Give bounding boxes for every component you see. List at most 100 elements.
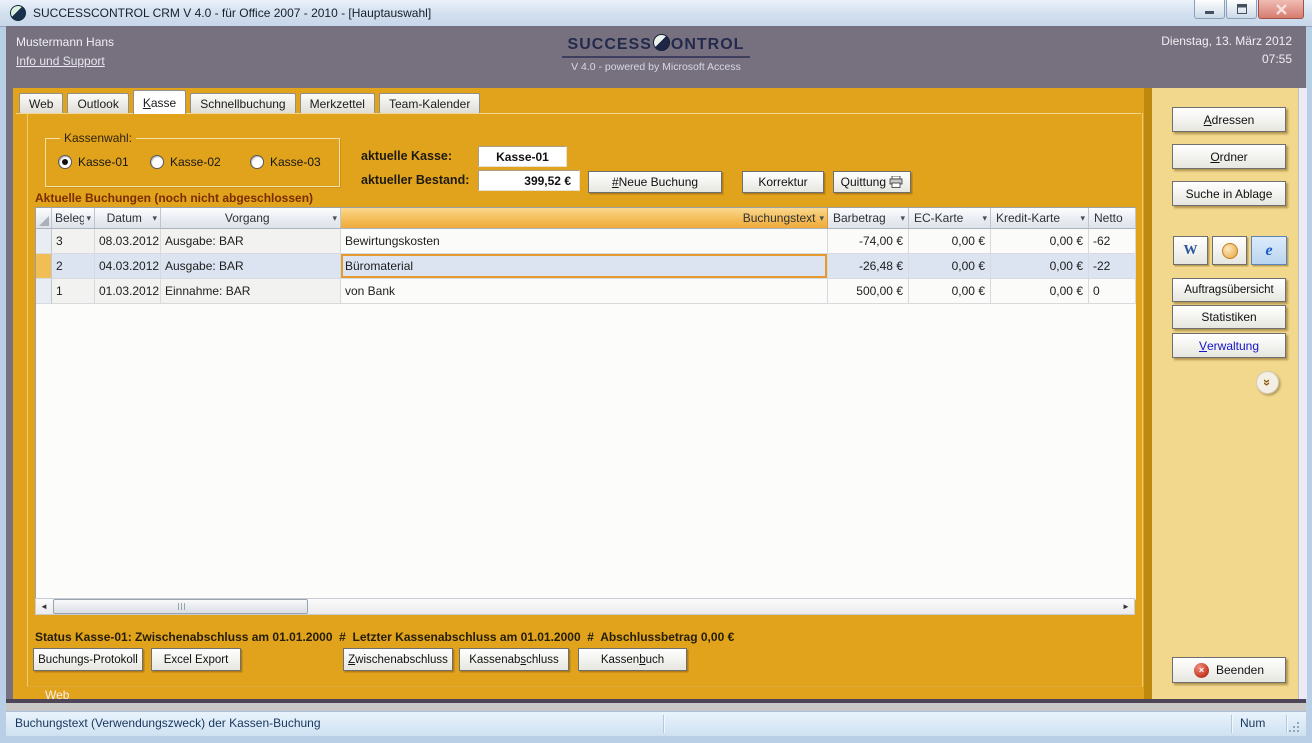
current-kasse-label: aktuelle Kasse: [361, 149, 452, 163]
cell-ec-karte[interactable]: 0,00 € [909, 229, 991, 254]
filter-arrow-icon[interactable]: ▾ [900, 213, 905, 224]
cell-barbetrag[interactable]: -26,48 € [828, 254, 909, 279]
adressen-button[interactable]: Adressen [1172, 107, 1286, 132]
filter-arrow-icon[interactable]: ▾ [1080, 213, 1085, 224]
tab-kasse[interactable]: Kasse [133, 90, 186, 114]
column-header-buchungstext[interactable]: Buchungstext▾ [341, 208, 828, 229]
cell-beleg[interactable]: 2 [52, 254, 95, 279]
cell-netto[interactable]: -62 [1089, 229, 1136, 254]
radio-icon[interactable] [58, 155, 72, 169]
tab-outlook[interactable]: Outlook [67, 93, 128, 114]
kasse-radio-2[interactable]: Kasse-03 [250, 155, 321, 169]
verwaltung-button[interactable]: Verwaltung [1172, 333, 1286, 358]
radio-icon[interactable] [250, 155, 264, 169]
quittung-button[interactable]: Quittung [833, 171, 911, 193]
cell-vorgang[interactable]: Ausgabe: BAR [161, 254, 341, 279]
scrollbar-thumb[interactable] [53, 599, 308, 614]
table-row[interactable]: 2 04.03.2012 Ausgabe: BAR Büromaterial -… [36, 254, 1136, 279]
cell-datum[interactable]: 04.03.2012 [95, 254, 161, 279]
cell-buchungstext[interactable]: Büromaterial [341, 254, 828, 279]
kassenabschluss-button[interactable]: Kassenabschluss [459, 648, 569, 671]
cell-barbetrag[interactable]: -74,00 € [828, 229, 909, 254]
filter-arrow-icon[interactable]: ▾ [982, 213, 987, 224]
suche-in-ablage-button[interactable]: Suche in Ablage [1172, 181, 1286, 206]
close-button[interactable] [1258, 0, 1304, 19]
filter-arrow-icon[interactable]: ▾ [332, 213, 337, 224]
cell-kredit-karte[interactable]: 0,00 € [991, 229, 1089, 254]
bestand-field[interactable]: 399,52 € [478, 170, 580, 191]
row-selector[interactable] [36, 279, 52, 304]
column-header-kredit-karte[interactable]: Kredit-Karte▾ [991, 208, 1089, 229]
cell-datum[interactable]: 08.03.2012 [95, 229, 161, 254]
scroll-right-button[interactable]: ► [1118, 599, 1134, 614]
filter-arrow-icon[interactable]: ▾ [152, 213, 157, 224]
table-row[interactable]: 3 08.03.2012 Ausgabe: BAR Bewirtungskost… [36, 229, 1136, 254]
minimize-button[interactable] [1194, 0, 1225, 19]
kasse-radio-1[interactable]: Kasse-02 [150, 155, 250, 169]
filter-arrow-icon[interactable]: ▾ [819, 213, 824, 224]
outlook-button[interactable] [1212, 236, 1247, 265]
statistiken-button[interactable]: Statistiken [1172, 305, 1286, 329]
scroll-left-button[interactable]: ◄ [36, 599, 52, 614]
cell-buchungstext[interactable]: von Bank [341, 279, 828, 304]
table-row[interactable]: 1 01.03.2012 Einnahme: BAR von Bank 500,… [36, 279, 1136, 304]
printer-icon [889, 176, 903, 188]
kassenbuch-button[interactable]: Kassenbuch [578, 648, 687, 671]
cell-ec-karte[interactable]: 0,00 € [909, 254, 991, 279]
horizontal-scrollbar[interactable]: ◄ ► [35, 598, 1135, 615]
column-header-datum[interactable]: Datum▾ [95, 208, 161, 229]
clipped-web-tab-fragment: Web [45, 688, 69, 699]
cell-vorgang[interactable]: Ausgabe: BAR [161, 229, 341, 254]
row-selector[interactable] [36, 229, 52, 254]
auftragsuebersicht-button[interactable]: Auftragsübersicht [1172, 278, 1286, 302]
word-button[interactable]: W [1173, 236, 1208, 265]
status-bar-divider [1231, 715, 1232, 733]
current-kasse-field[interactable]: Kasse-01 [478, 146, 567, 167]
close-icon [1276, 4, 1287, 15]
radio-icon[interactable] [150, 155, 164, 169]
tab-bar: Web Outlook Kasse Schnellbuchung Merkzet… [19, 92, 480, 114]
neue-buchung-button[interactable]: # Neue Buchung [588, 171, 722, 193]
bookings-table: Beleg▾ Datum▾ Vorgang▾ Buchungstext▾ Bar… [35, 207, 1136, 600]
ordner-button[interactable]: Ordner [1172, 144, 1286, 169]
excel-export-button[interactable]: Excel Export [151, 648, 241, 671]
window-title: SUCCESSCONTROL CRM V 4.0 - für Office 20… [33, 6, 431, 20]
beenden-button[interactable]: × Beenden [1172, 657, 1286, 683]
row-selector[interactable] [36, 254, 52, 279]
cell-kredit-karte[interactable]: 0,00 € [991, 279, 1089, 304]
maximize-button[interactable] [1226, 0, 1257, 19]
filter-arrow-icon[interactable]: ▾ [86, 213, 91, 224]
korrektur-button[interactable]: Korrektur [742, 171, 824, 193]
select-all-cell[interactable] [36, 208, 52, 229]
cell-ec-karte[interactable]: 0,00 € [909, 279, 991, 304]
column-header-ec-karte[interactable]: EC-Karte▾ [909, 208, 991, 229]
zwischenabschluss-button[interactable]: Zwischenabschluss [343, 648, 453, 671]
left-frame-strip [6, 88, 13, 699]
cell-netto[interactable]: -22 [1089, 254, 1136, 279]
cell-barbetrag[interactable]: 500,00 € [828, 279, 909, 304]
title-bar[interactable]: SUCCESSCONTROL CRM V 4.0 - für Office 20… [0, 0, 1312, 27]
cell-vorgang[interactable]: Einnahme: BAR [161, 279, 341, 304]
table-empty-area [36, 304, 1136, 600]
tab-web[interactable]: Web [19, 93, 63, 114]
tab-team-kalender[interactable]: Team-Kalender [379, 93, 480, 114]
logo-text-right: ONTROL [671, 36, 745, 53]
cell-datum[interactable]: 01.03.2012 [95, 279, 161, 304]
column-header-vorgang[interactable]: Vorgang▾ [161, 208, 341, 229]
buchungs-protokoll-button[interactable]: Buchungs-Protokoll [33, 648, 143, 671]
cell-beleg[interactable]: 3 [52, 229, 95, 254]
expand-more-button[interactable]: » [1256, 371, 1279, 394]
kasse-radio-0[interactable]: Kasse-01 [58, 155, 150, 169]
tab-schnellbuchung[interactable]: Schnellbuchung [190, 93, 295, 114]
cell-beleg[interactable]: 1 [52, 279, 95, 304]
column-header-netto[interactable]: Netto [1089, 208, 1136, 229]
tab-merkzettel[interactable]: Merkzettel [300, 93, 375, 114]
internet-explorer-button[interactable]: e [1251, 236, 1287, 265]
column-header-barbetrag[interactable]: Barbetrag▾ [828, 208, 909, 229]
internet-explorer-icon: e [1265, 242, 1272, 260]
cell-kredit-karte[interactable]: 0,00 € [991, 254, 1089, 279]
resize-grip[interactable] [1287, 720, 1300, 733]
cell-netto[interactable]: 0 [1089, 279, 1136, 304]
column-header-beleg[interactable]: Beleg▾ [52, 208, 95, 229]
cell-buchungstext[interactable]: Bewirtungskosten [341, 229, 828, 254]
